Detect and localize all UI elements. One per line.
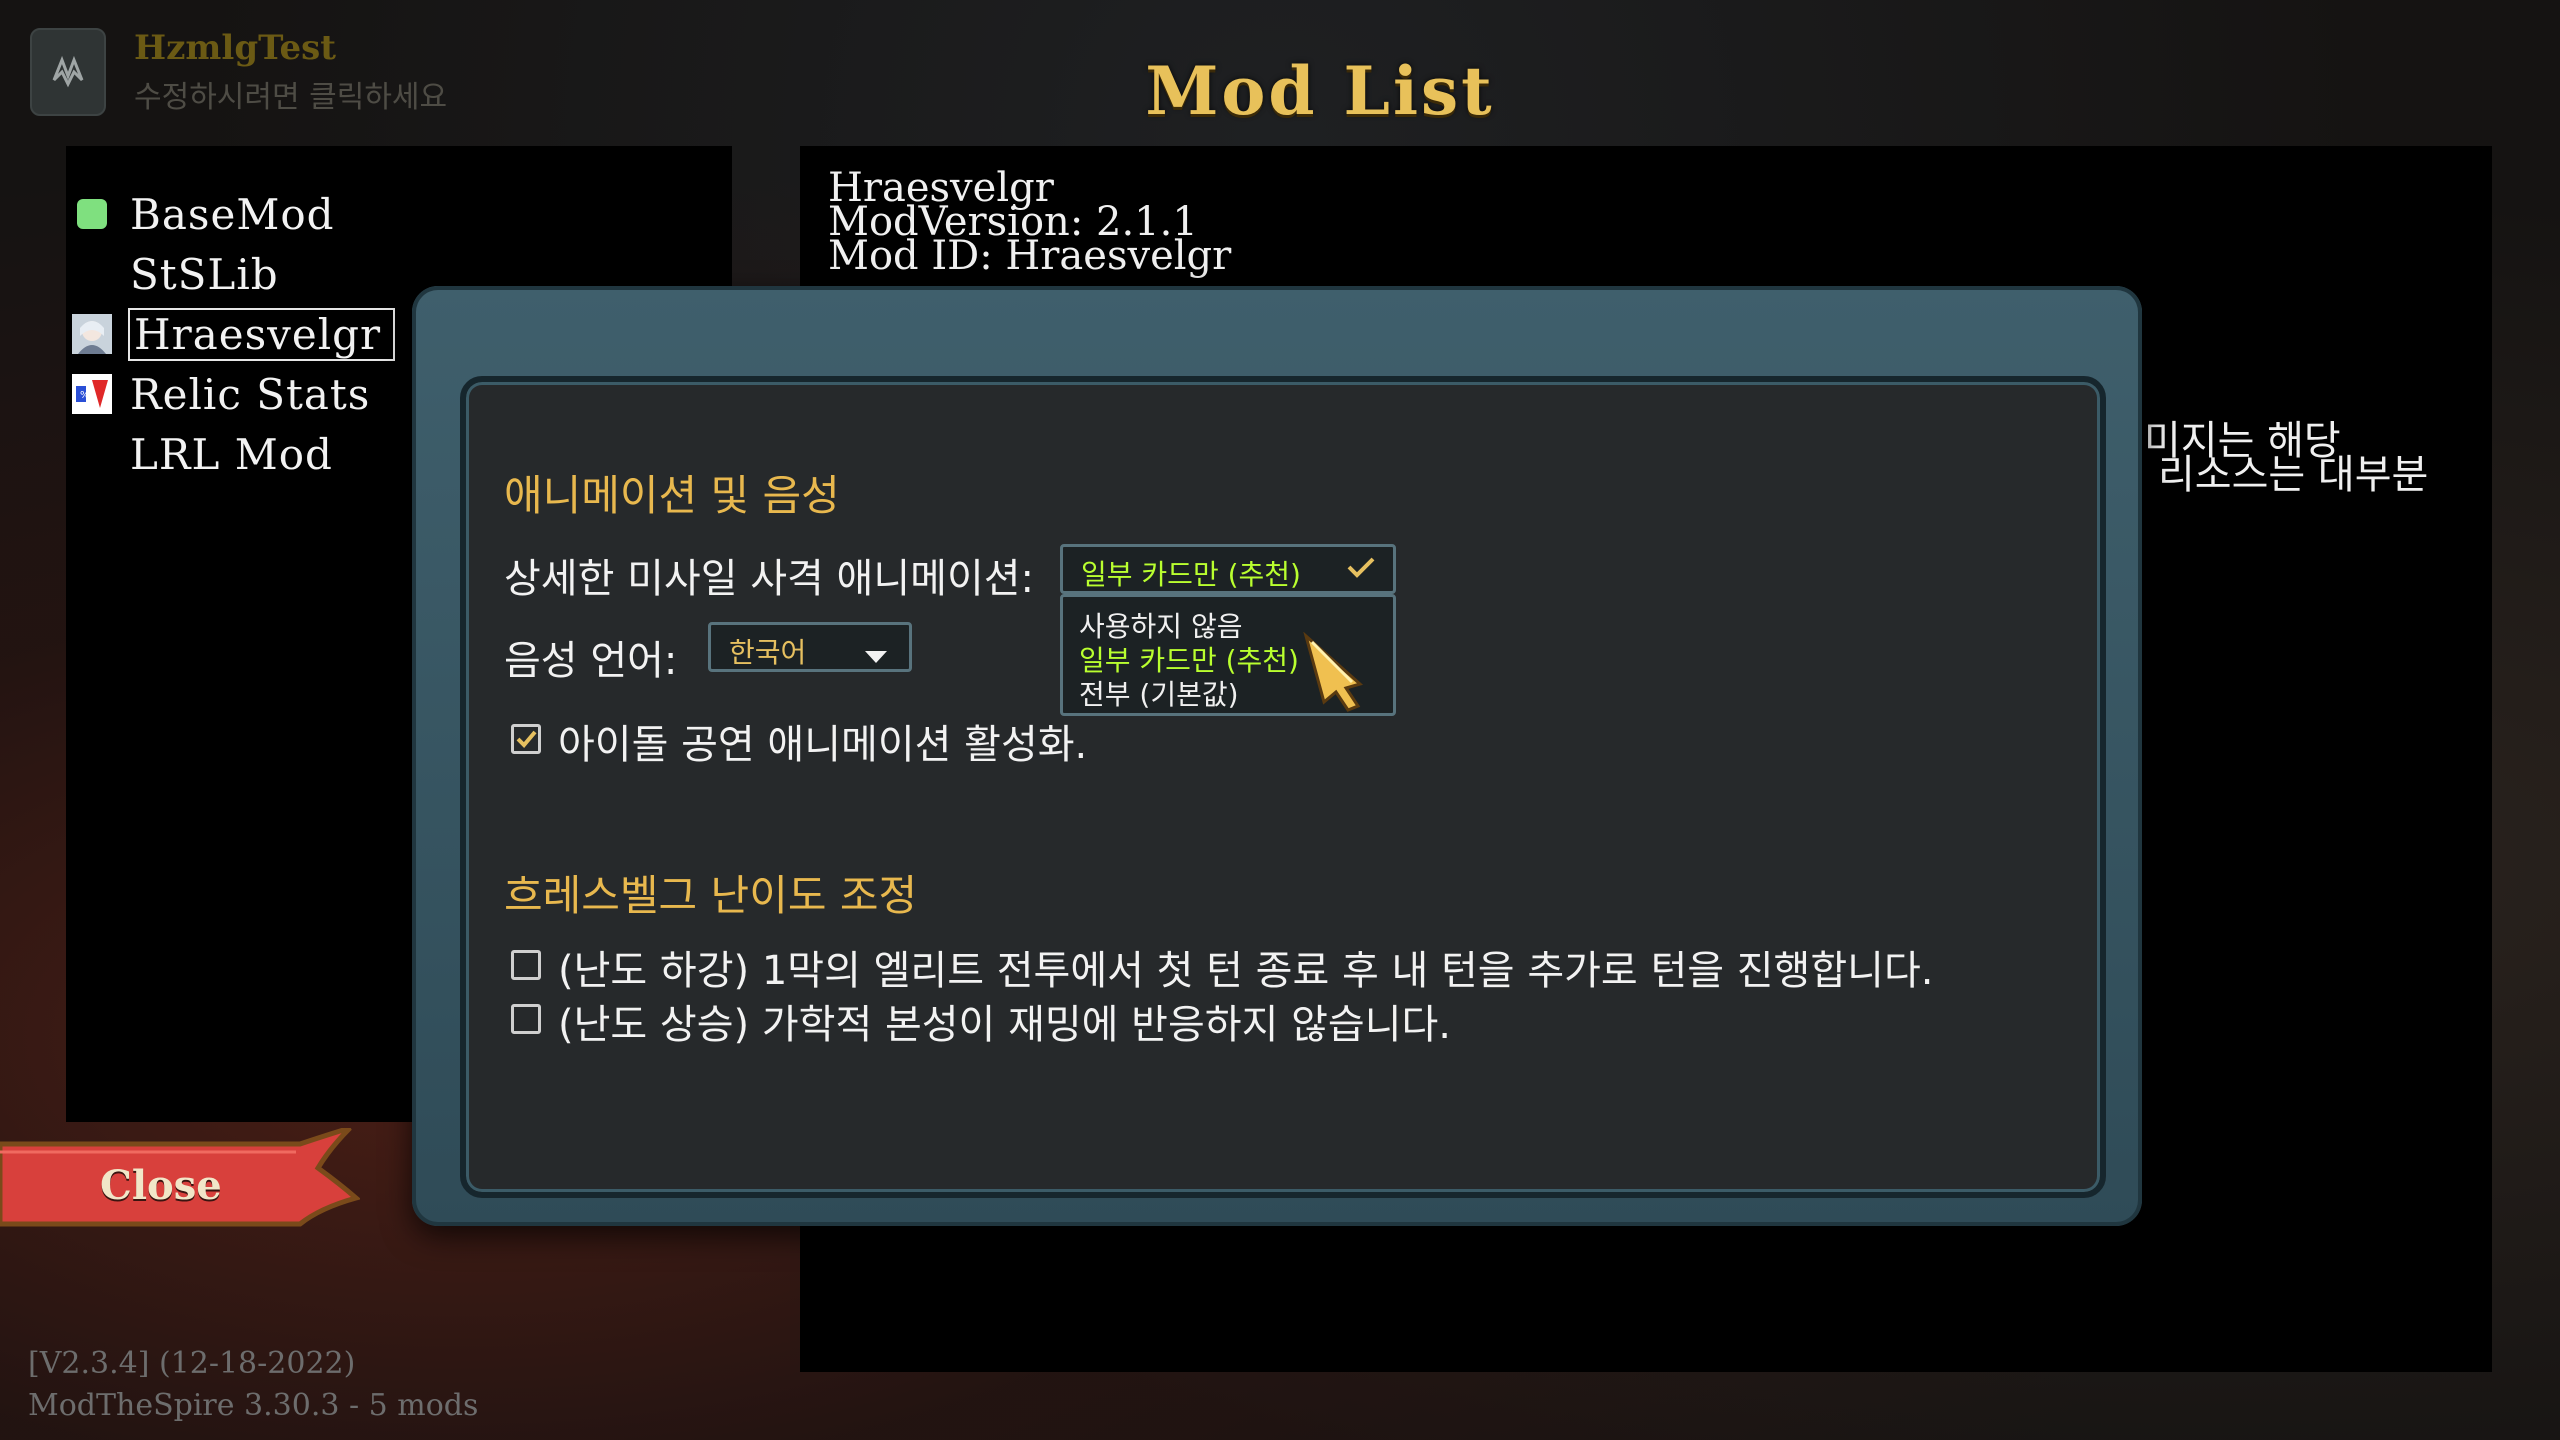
idol-animation-label: 아이돌 공연 애니메이션 활성화. [558,722,1088,768]
game-version: [V2.3.4] (12-18-2022) [28,1346,356,1381]
difficulty-down-label: (난도 하강) 1막의 엘리트 전투에서 첫 턴 종료 후 내 턴을 추가로 턴… [558,948,1934,994]
character-portrait-icon [72,314,112,354]
close-button-label: Close [100,1162,222,1209]
difficulty-up-label: (난도 상승) 가학적 본성이 재밍에 반응하지 않습니다. [558,1002,1452,1048]
chevron-down-icon [863,639,889,672]
cursor-icon [1302,631,1372,716]
profile-name: HzmlgTest [134,28,336,68]
checkmark-icon [516,730,537,748]
idol-animation-checkbox[interactable] [511,724,541,754]
mod-list-item-label: Hraesvelgr [127,307,396,361]
dropdown-option-all[interactable]: 전부 (기본값) [1079,673,1239,713]
relic-stats-icon: % [72,374,112,414]
mod-list-item-label: Relic Stats [130,369,371,419]
section-title-animation: 애니메이션 및 음성 [504,471,840,520]
missile-animation-dropdown[interactable]: 일부 카드만 (추천) [1060,544,1396,594]
mod-detail-partial: A ... 공허의 흐레스벨그 버전 [828,270,1314,284]
mod-list-item-label: LRL Mod [130,429,333,479]
voice-language-label: 음성 언어: [504,638,678,684]
difficulty-down-checkbox[interactable] [511,950,541,980]
check-icon [1345,551,1377,590]
section-title-difficulty: 흐레스벨그 난이도 조정 [504,871,918,920]
profile-button[interactable]: HzmlgTest 수정하시려면 클릭하세요 [30,28,500,118]
voice-language-value: 한국어 [729,636,807,669]
page-title: Mod List [1145,52,1495,130]
difficulty-up-checkbox[interactable] [511,1004,541,1034]
profile-hint: 수정하시려면 클릭하세요 [134,80,448,115]
missile-animation-label: 상세한 미사일 사격 애니메이션: [504,556,1035,602]
mod-list-item-label: StSLib [130,249,279,299]
close-button[interactable]: Close [0,1128,360,1240]
mod-list-item-stslib[interactable]: StSLib [72,246,472,302]
mod-description-line: 리소스는 대부분 [2158,452,2429,498]
profile-icon [30,28,106,116]
svg-text:%: % [80,390,90,401]
voice-language-dropdown[interactable]: 한국어 [708,622,912,672]
green-square-icon [72,194,112,234]
mod-list-item-label: BaseMod [130,189,335,239]
mod-list-item-basemod[interactable]: BaseMod [72,186,472,242]
modthespire-version: ModTheSpire 3.30.3 - 5 mods [28,1388,479,1423]
missile-animation-value: 일부 카드만 (추천) [1081,558,1301,591]
